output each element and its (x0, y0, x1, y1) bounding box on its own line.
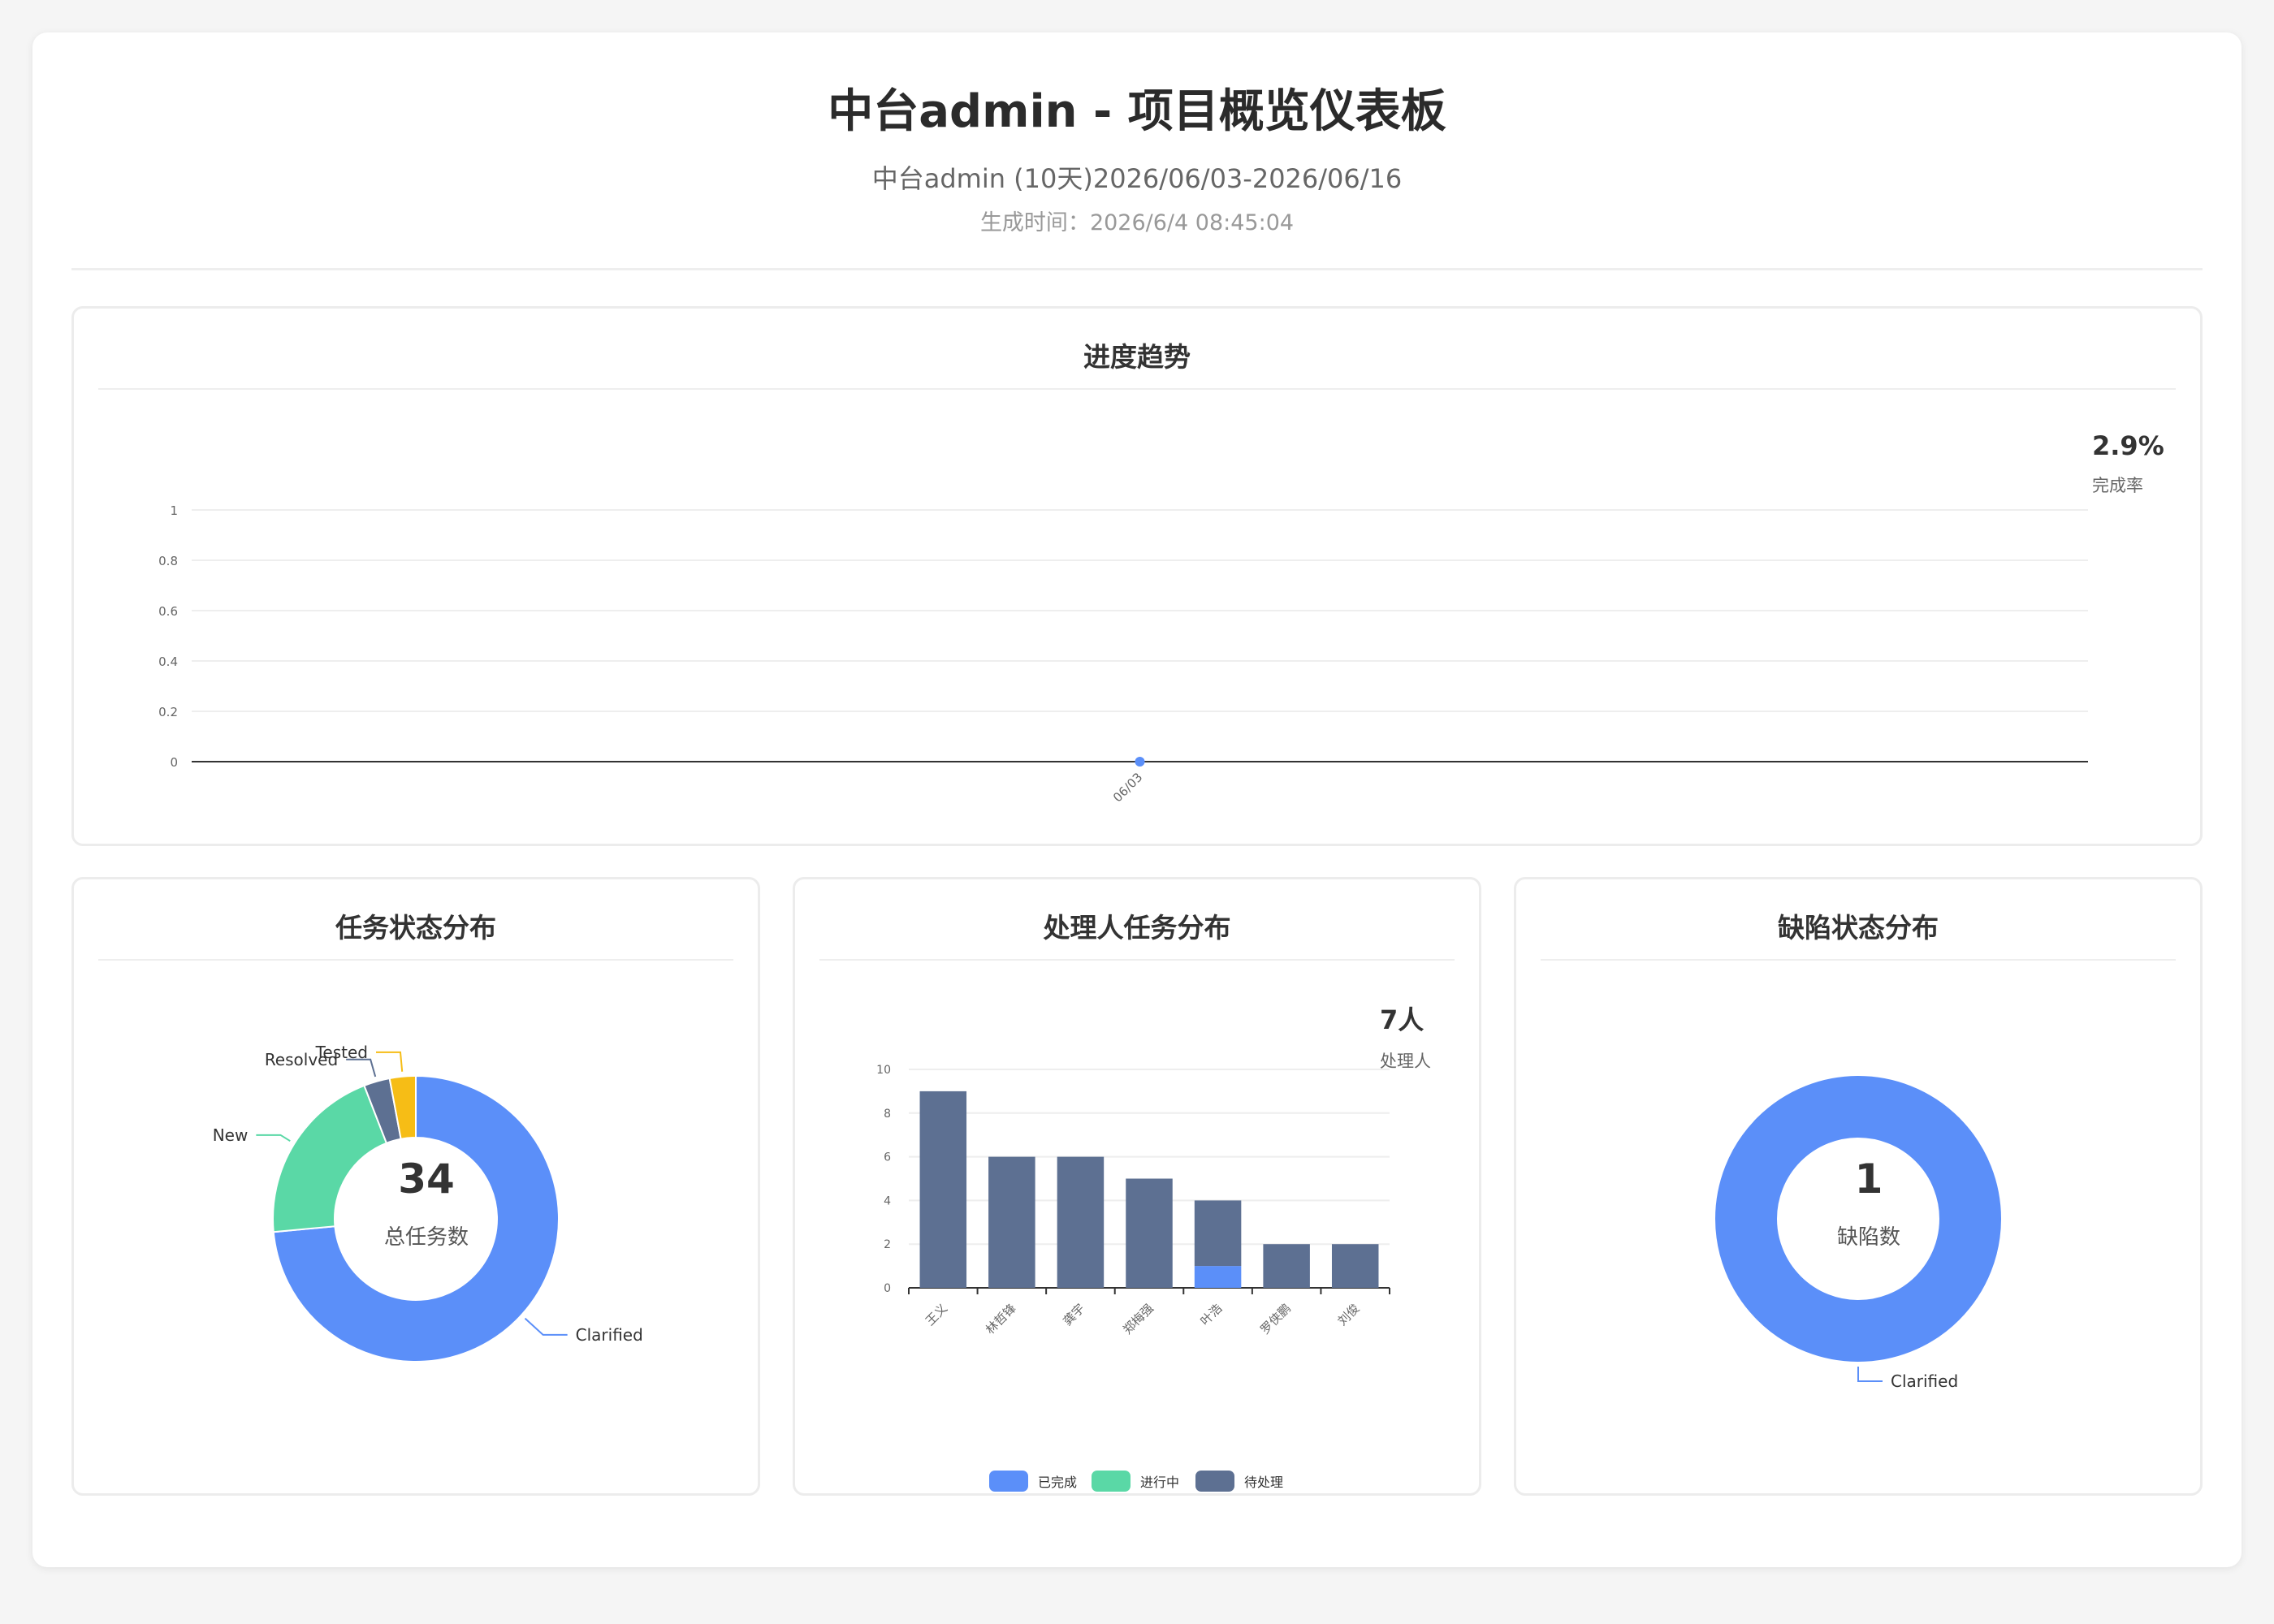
bar-segment (1263, 1244, 1310, 1288)
y-tick-label: 0.8 (158, 554, 178, 568)
completion-rate-value: 2.9% (2092, 430, 2164, 461)
dashboard-header: 中台admin - 项目概览仪表板 中台admin (10天)2026/06/0… (71, 32, 2203, 270)
bar-segment (1194, 1200, 1242, 1267)
slice-label: New (213, 1125, 249, 1145)
y-tick-label: 0 (170, 755, 178, 770)
generated-time: 生成时间：2026/6/4 08:45:04 (71, 205, 2203, 236)
x-tick-label: 06/03 (1110, 770, 1145, 805)
y-tick-label: 6 (884, 1151, 891, 1164)
x-tick-label: 叶浩 (1197, 1301, 1225, 1328)
y-tick-label: 0.4 (158, 654, 178, 669)
assignee-count-stat: 7人 处理人 (1380, 1000, 1431, 1073)
y-tick-label: 0 (884, 1282, 891, 1295)
x-tick-label: 龚宇 (1060, 1301, 1087, 1328)
bar-segment (919, 1091, 967, 1288)
data-point (1135, 757, 1145, 767)
bar-segment (1194, 1266, 1242, 1288)
assignee-card: 处理人任务分布 0 2 4 6 8 10 王义 林哲锋 龚宇 郑梅强 叶浩 罗侠鹏 刘俊 已完成 进行中 待处… (793, 877, 1481, 1496)
y-tick-label: 2 (884, 1238, 891, 1251)
bar-segment (988, 1156, 1035, 1288)
legend-label: 已完成 (1038, 1475, 1077, 1490)
defect-card: 缺陷状态分布 Clarified 1 缺陷数 (1514, 877, 2203, 1496)
page-title: 中台admin - 项目概览仪表板 (828, 85, 1446, 138)
x-tick-label: 郑梅强 (1120, 1301, 1156, 1337)
slice-label-line (375, 1051, 404, 1072)
slice-label: Tested (315, 1043, 368, 1062)
progress-line-chart: 0 0.2 0.4 0.6 0.8 1 06/03 (158, 503, 2088, 805)
y-tick-label: 10 (876, 1064, 891, 1077)
slice-label-line (1857, 1367, 1883, 1382)
slice-label: Clarified (576, 1325, 643, 1345)
defect-total-center: 1 缺陷数 (1788, 1155, 1950, 1250)
x-tick-label: 刘俊 (1335, 1301, 1363, 1328)
bar-segment (1331, 1244, 1379, 1288)
assignee-count-label: 处理人 (1380, 1052, 1431, 1071)
x-tick-label: 罗侠鹏 (1257, 1301, 1294, 1337)
completion-rate-stat: 2.9% 完成率 (2092, 430, 2164, 497)
x-tick-label: 林哲锋 (983, 1301, 1019, 1337)
completion-rate-label: 完成率 (2092, 476, 2143, 495)
bar-segment (1057, 1156, 1105, 1288)
legend-swatch (1092, 1471, 1131, 1492)
slice-label-line (524, 1317, 568, 1336)
generated-label: 生成时间： (979, 210, 1090, 235)
y-tick-label: 0.6 (158, 604, 178, 619)
legend-swatch (1195, 1471, 1234, 1492)
legend-label: 进行中 (1140, 1475, 1179, 1490)
x-tick-label: 王义 (923, 1301, 950, 1328)
task-total-center: 34 总任务数 (345, 1155, 508, 1250)
task-status-card: 任务状态分布 Clarified New Resolved Tested 34 总任务… (71, 877, 760, 1496)
y-tick-label: 1 (170, 503, 178, 518)
slice-label-line (346, 1058, 377, 1078)
generated-value: 2026/6/4 08:45:04 (1089, 210, 1295, 235)
task-total-value: 34 (398, 1155, 455, 1203)
task-total-label: 总任务数 (383, 1225, 469, 1250)
assignee-bar-chart: 0 2 4 6 8 10 王义 林哲锋 龚宇 郑梅强 叶浩 罗侠鹏 刘俊已完成 进行中 待处理 (876, 1064, 1390, 1492)
page-subtitle: 中台admin (10天)2026/06/03-2026/06/16 (871, 163, 1403, 194)
legend-label: 待处理 (1244, 1475, 1283, 1490)
slice-label: Clarified (1891, 1371, 1958, 1391)
y-tick-label: 8 (884, 1108, 891, 1121)
legend-swatch (989, 1471, 1028, 1492)
slice-label-line (256, 1134, 291, 1142)
defect-total-value: 1 (1854, 1155, 1883, 1203)
y-tick-label: 4 (884, 1194, 891, 1207)
progress-card: 进度趋势 0 0.2 0.4 0.6 0.8 1 06/03 2.9% 完成率 (71, 306, 2203, 846)
defect-total-label: 缺陷数 (1836, 1225, 1900, 1250)
assignee-count-value: 7人 (1380, 1004, 1424, 1035)
y-tick-label: 0.2 (158, 705, 178, 719)
bar-segment (1126, 1178, 1173, 1288)
dashboard-page: 中台admin - 项目概览仪表板 中台admin (10天)2026/06/0… (32, 32, 2242, 1567)
